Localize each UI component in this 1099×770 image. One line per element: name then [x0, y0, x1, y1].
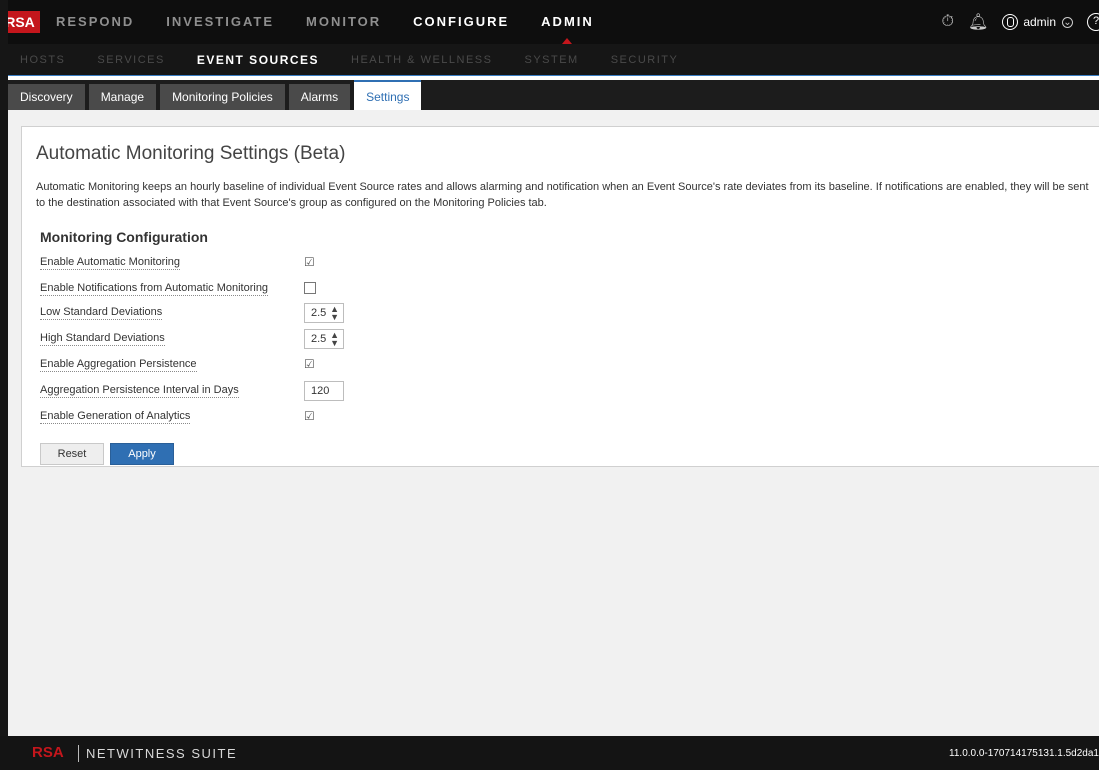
- page-title: Automatic Monitoring Settings (Beta): [36, 143, 346, 164]
- nav-investigate[interactable]: INVESTIGATE: [150, 0, 290, 44]
- help-icon[interactable]: ?: [1087, 13, 1099, 31]
- setting-label: Enable Generation of Analytics: [40, 410, 191, 424]
- subnav-event-sources[interactable]: EVENT SOURCES: [181, 44, 335, 75]
- setting-label: Low Standard Deviations: [40, 306, 163, 320]
- reset-button[interactable]: Reset: [40, 443, 104, 465]
- subnav-system[interactable]: SYSTEM: [508, 44, 594, 75]
- high-std-dev-stepper[interactable]: 2.5 ▲ ▼: [304, 329, 344, 349]
- setting-high-std-dev: High Standard Deviations 2.5 ▲ ▼: [40, 329, 370, 349]
- apply-button[interactable]: Apply: [110, 443, 174, 465]
- subnav-health-wellness[interactable]: HEALTH & WELLNESS: [335, 44, 508, 75]
- agg-persistence-interval-input[interactable]: 120: [304, 381, 344, 401]
- content-frame: Automatic Monitoring Settings (Beta) Aut…: [8, 110, 1099, 736]
- setting-enable-notifications: Enable Notifications from Automatic Moni…: [40, 279, 370, 299]
- setting-label: Enable Notifications from Automatic Moni…: [40, 282, 269, 296]
- setting-low-std-dev: Low Standard Deviations 2.5 ▲ ▼: [40, 303, 370, 323]
- subnav-services[interactable]: SERVICES: [81, 44, 180, 75]
- tab-alarms[interactable]: Alarms: [288, 84, 351, 110]
- setting-enable-agg-persistence: Enable Aggregation Persistence ☑: [40, 355, 370, 375]
- stepper-value: 2.5: [311, 333, 327, 345]
- low-std-dev-stepper[interactable]: 2.5 ▲ ▼: [304, 303, 344, 323]
- footer-divider: [78, 745, 79, 762]
- setting-label: High Standard Deviations: [40, 332, 165, 346]
- section-title: Monitoring Configuration: [40, 229, 208, 245]
- user-name: admin: [1023, 15, 1056, 29]
- enable-notifications-checkbox[interactable]: [304, 282, 316, 294]
- stepper-arrows-icon[interactable]: ▲ ▼: [330, 331, 339, 348]
- nav-admin[interactable]: ADMIN: [525, 0, 610, 44]
- nav-configure[interactable]: CONFIGURE: [397, 0, 525, 44]
- tab-monitoring-policies[interactable]: Monitoring Policies: [160, 84, 285, 110]
- setting-enable-analytics: Enable Generation of Analytics ☑: [40, 407, 370, 427]
- version-label: 11.0.0.0-170714175131.1.5d2da1: [949, 748, 1099, 759]
- tab-discovery[interactable]: Discovery: [8, 84, 85, 110]
- footer-rsa-logo: RSA: [32, 744, 64, 761]
- primary-nav: RESPOND INVESTIGATE MONITOR CONFIGURE AD…: [40, 0, 610, 44]
- enable-analytics-checkbox[interactable]: ☑: [304, 410, 316, 422]
- tab-settings[interactable]: Settings: [354, 80, 422, 110]
- setting-label: Enable Aggregation Persistence: [40, 358, 197, 372]
- footer: RSA NETWITNESS SUITE 11.0.0.0-1707141751…: [0, 736, 1099, 770]
- event-sources-tabs: Discovery Manage Monitoring Policies Ala…: [8, 80, 1099, 110]
- user-icon: [1002, 14, 1019, 30]
- left-edge: [0, 0, 8, 770]
- setting-enable-auto-monitoring: Enable Automatic Monitoring ☑: [40, 253, 370, 273]
- settings-panel: Automatic Monitoring Settings (Beta) Aut…: [21, 126, 1099, 467]
- setting-agg-persistence-interval: Aggregation Persistence Interval in Days…: [40, 381, 370, 401]
- nav-respond[interactable]: RESPOND: [40, 0, 150, 44]
- enable-auto-monitoring-checkbox[interactable]: ☑: [304, 256, 316, 268]
- setting-label: Aggregation Persistence Interval in Days: [40, 384, 239, 398]
- user-menu[interactable]: admin ⌄: [1002, 14, 1073, 30]
- chevron-down-icon: ⌄: [1062, 16, 1073, 28]
- enable-agg-persistence-checkbox[interactable]: ☑: [304, 358, 316, 370]
- footer-brand: NETWITNESS SUITE: [86, 746, 238, 761]
- nav-monitor[interactable]: MONITOR: [290, 0, 397, 44]
- tab-manage[interactable]: Manage: [88, 84, 157, 110]
- top-navigation: RSA RESPOND INVESTIGATE MONITOR CONFIGUR…: [0, 0, 1099, 44]
- stopwatch-icon[interactable]: ⏱: [942, 13, 954, 31]
- header-actions: ⏱ 🔔︎ admin ⌄ ?: [942, 0, 1099, 44]
- subnav-security[interactable]: SECURITY: [595, 44, 695, 75]
- subnav-hosts[interactable]: HOSTS: [4, 44, 81, 75]
- stepper-value: 2.5: [311, 307, 327, 319]
- bell-icon[interactable]: 🔔︎: [968, 12, 988, 32]
- stepper-arrows-icon[interactable]: ▲ ▼: [330, 305, 339, 322]
- page-description: Automatic Monitoring keeps an hourly bas…: [36, 181, 1089, 209]
- admin-subnav: HOSTS SERVICES EVENT SOURCES HEALTH & WE…: [0, 44, 1099, 76]
- setting-label: Enable Automatic Monitoring: [40, 256, 181, 270]
